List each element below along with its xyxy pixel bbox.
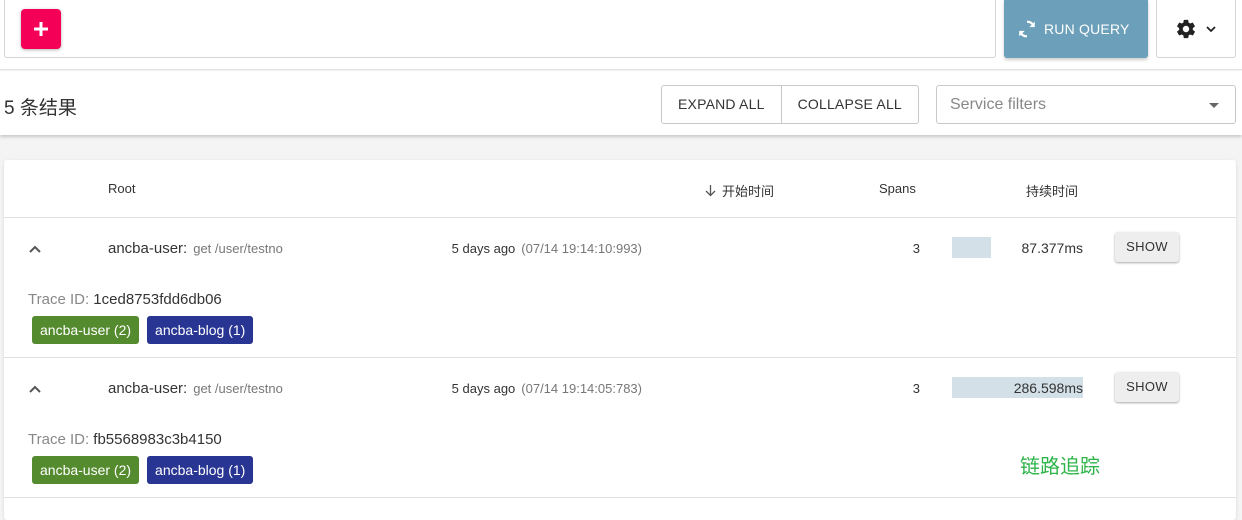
column-start-time[interactable]: 开始时间 (704, 181, 774, 200)
watermark-text: 链路追踪 (1020, 454, 1100, 478)
column-spans[interactable]: Spans (879, 181, 916, 196)
relative-time: 5 days ago (451, 381, 516, 396)
absolute-time: (07/14 19:14:05:783) (521, 381, 642, 396)
column-duration[interactable]: 持续时间 (1026, 181, 1078, 200)
chevron-up-icon[interactable] (28, 382, 42, 396)
trace-id-label: Trace ID: (28, 291, 90, 308)
column-root[interactable]: Root (108, 181, 135, 196)
gear-icon (1177, 19, 1195, 38)
chevron-up-icon[interactable] (28, 242, 42, 256)
settings-menu-button[interactable] (1156, 0, 1236, 58)
show-trace-button[interactable]: SHOW (1115, 232, 1179, 262)
service-tag[interactable]: ancba-blog (1) (147, 456, 254, 484)
results-toolbar: 5 条结果 EXPAND ALL COLLAPSE ALL Service fi… (0, 71, 1242, 135)
relative-time: 5 days ago (451, 241, 516, 256)
query-input[interactable] (4, 0, 996, 58)
table-row: ancba-user: get /user/testno 5 days ago (0… (4, 218, 1236, 358)
show-trace-button[interactable]: SHOW (1115, 372, 1179, 402)
service-name: ancba-user: (108, 240, 188, 257)
arrow-down-icon (705, 185, 716, 197)
service-filter-placeholder: Service filters (950, 96, 1047, 113)
service-tag[interactable]: ancba-user (2) (32, 316, 140, 344)
trace-id-label: Trace ID: (28, 431, 90, 448)
service-name: ancba-user: (108, 380, 188, 397)
service-tag[interactable]: ancba-user (2) (32, 456, 140, 484)
duration-bar (952, 237, 991, 258)
refresh-icon (1019, 20, 1035, 38)
absolute-time: (07/14 19:14:10:993) (521, 241, 642, 256)
duration-value: 286.598ms (1013, 380, 1083, 396)
expand-collapse-group: EXPAND ALL COLLAPSE ALL (661, 85, 919, 124)
column-start-time-label: 开始时间 (722, 184, 775, 199)
collapse-all-button[interactable]: COLLAPSE ALL (780, 86, 918, 123)
add-query-button[interactable] (21, 9, 61, 49)
run-query-label: RUN QUERY (1044, 21, 1130, 37)
dropdown-caret-icon (1209, 103, 1219, 108)
plus-icon (34, 22, 48, 36)
result-count: 5 条结果 (4, 98, 77, 119)
service-tag[interactable]: ancba-blog (1) (147, 316, 254, 344)
run-query-button[interactable]: RUN QUERY (1004, 0, 1148, 58)
top-bar: RUN QUERY (0, 0, 1242, 70)
root-span[interactable]: ancba-user: get /user/testno (108, 380, 283, 397)
operation-name: get /user/testno (193, 241, 283, 256)
span-count: 3 (912, 241, 920, 256)
trace-id: Trace ID: fb5568983c3b4150 (28, 431, 222, 448)
trace-id-value: 1ced8753fdd6db06 (93, 291, 222, 308)
span-count: 3 (912, 381, 920, 396)
table-header: Root 开始时间 Spans 持续时间 (4, 160, 1236, 218)
operation-name: get /user/testno (193, 381, 283, 396)
expand-all-button[interactable]: EXPAND ALL (662, 86, 781, 123)
trace-id-value: fb5568983c3b4150 (93, 431, 222, 448)
duration-cell: 87.377ms (952, 237, 1083, 258)
duration-value: 87.377ms (1021, 240, 1083, 256)
service-filter-select[interactable]: Service filters (936, 85, 1236, 124)
chevron-down-icon (1206, 25, 1216, 32)
start-time: 5 days ago (07/14 19:14:05:783) (452, 381, 642, 396)
duration-cell: 286.598ms (952, 377, 1083, 398)
service-tags: ancba-user (2) ancba-blog (1) (32, 456, 254, 484)
root-span[interactable]: ancba-user: get /user/testno (108, 240, 283, 257)
trace-id: Trace ID: 1ced8753fdd6db06 (28, 291, 222, 308)
start-time: 5 days ago (07/14 19:14:10:993) (452, 241, 642, 256)
service-tags: ancba-user (2) ancba-blog (1) (32, 316, 254, 344)
